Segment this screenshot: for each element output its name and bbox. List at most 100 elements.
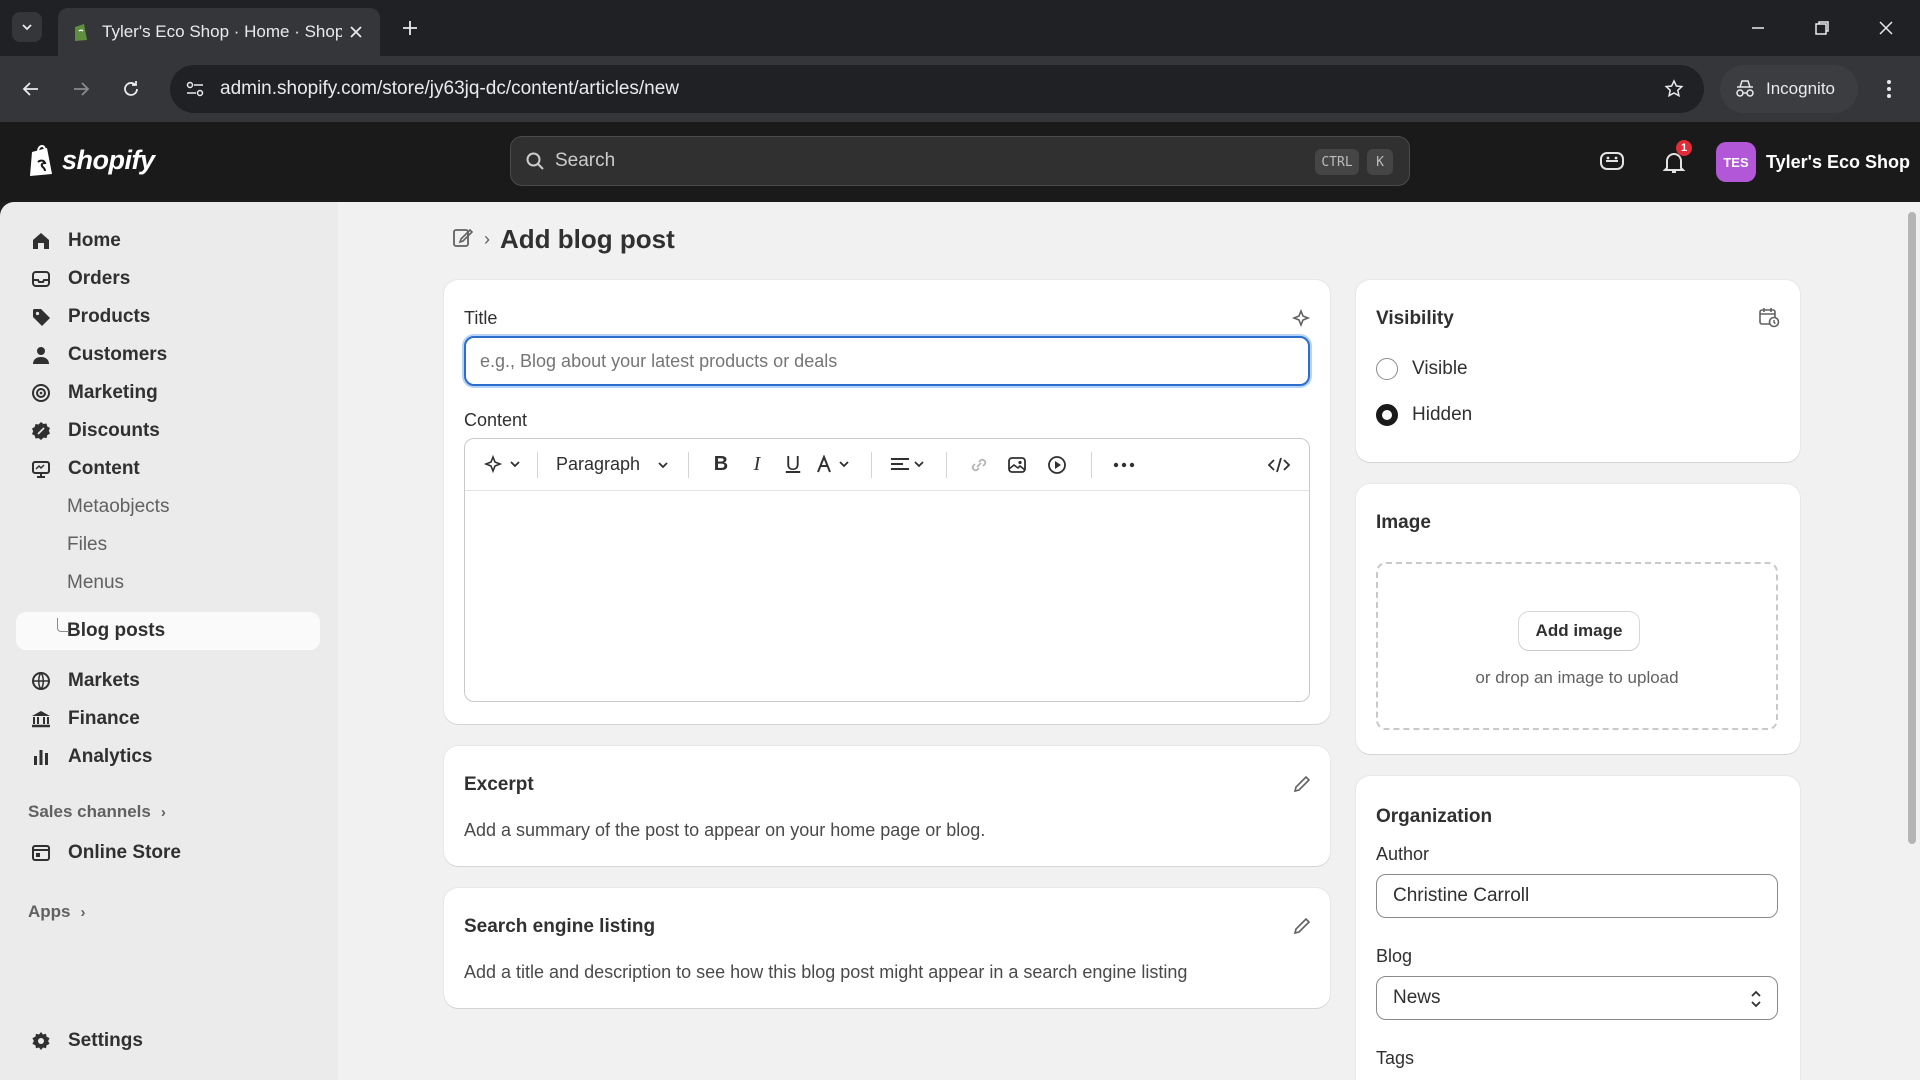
notifications-bell-icon[interactable]: 1 [1658, 140, 1692, 178]
hidden-label: Hidden [1412, 404, 1473, 425]
more-options-icon[interactable] [1106, 449, 1142, 481]
sidebar-sub-metaobjects[interactable]: Metaobjects [16, 488, 320, 526]
add-image-button[interactable]: Add image [1519, 612, 1639, 650]
page-scrollbar[interactable] [1908, 212, 1916, 844]
sidebar-sub-label: Menus [67, 572, 125, 593]
calendar-schedule-icon[interactable] [1758, 306, 1780, 333]
sidebar-sub-menus[interactable]: Menus [16, 564, 320, 602]
bold-icon[interactable]: B [703, 449, 739, 481]
gear-icon [30, 1030, 52, 1052]
incognito-label: Incognito [1766, 79, 1835, 98]
sidebar-item-marketing[interactable]: Marketing [16, 374, 320, 412]
underline-icon[interactable]: U [775, 449, 811, 481]
sidebar-item-products[interactable]: Products [16, 298, 320, 336]
sidebar-sub-files[interactable]: Files [16, 526, 320, 564]
post-editor-card: Title Content Paragraph B I U [444, 280, 1330, 724]
blog-select[interactable]: News [1376, 976, 1778, 1020]
rich-text-editor[interactable]: Paragraph B I U [464, 438, 1310, 702]
sales-channels-section[interactable]: Sales channels › [28, 802, 166, 822]
close-tab-icon[interactable] [346, 22, 366, 42]
browser-tab-strip: Tyler's Eco Shop · Home · Shopify [0, 0, 1920, 56]
store-avatar: TES [1716, 142, 1756, 182]
seo-heading: Search engine listing [464, 916, 656, 937]
excerpt-description: Add a summary of the post to appear on y… [464, 820, 986, 840]
sidebar-item-markets[interactable]: Markets [16, 662, 320, 700]
sidekick-chat-icon[interactable] [1596, 146, 1628, 178]
sidebar-item-customers[interactable]: Customers [16, 336, 320, 374]
notification-badge: 1 [1676, 140, 1692, 156]
radio-visible[interactable] [1376, 358, 1398, 380]
restore-icon[interactable] [1808, 14, 1836, 42]
breadcrumb: › Add blog post [452, 224, 675, 255]
tab-search-button[interactable] [12, 12, 42, 42]
close-window-icon[interactable] [1872, 14, 1900, 42]
site-info-icon[interactable] [182, 77, 208, 101]
shortcut-k-key: K [1367, 149, 1393, 175]
insert-image-icon[interactable] [997, 449, 1037, 481]
excerpt-card: Excerpt Add a summary of the post to app… [444, 746, 1330, 866]
link-icon[interactable] [961, 449, 997, 481]
sidebar-item-orders[interactable]: Orders [16, 260, 320, 298]
sidebar-item-analytics[interactable]: Analytics [16, 738, 320, 776]
author-value: Christine Carroll [1393, 885, 1530, 906]
minimize-icon[interactable] [1744, 14, 1772, 42]
visibility-option-hidden[interactable]: Hidden [1376, 404, 1472, 426]
ai-sparkle-icon[interactable] [1290, 308, 1312, 335]
visibility-option-visible[interactable]: Visible [1376, 358, 1468, 380]
text-color-icon[interactable] [811, 449, 857, 481]
browser-tab-active[interactable]: Tyler's Eco Shop · Home · Shopify [58, 8, 380, 56]
html-source-icon[interactable] [1259, 449, 1299, 481]
shopping-bag-icon [30, 144, 52, 176]
toolbar-divider [946, 451, 947, 478]
italic-icon[interactable]: I [739, 449, 775, 481]
ai-generate-icon[interactable] [483, 449, 523, 481]
blog-posts-breadcrumb-icon[interactable] [452, 226, 474, 253]
sidebar-item-content[interactable]: Content [16, 450, 320, 488]
chevron-right-icon: › [160, 803, 166, 821]
incognito-indicator[interactable]: Incognito [1720, 65, 1858, 113]
url-text: admin.shopify.com/store/jy63jq-dc/conten… [220, 78, 680, 99]
edit-excerpt-pencil-icon[interactable] [1290, 772, 1314, 796]
shopify-logo[interactable]: shopify [28, 144, 155, 176]
shopify-favicon-icon [75, 24, 87, 41]
align-icon[interactable] [886, 449, 932, 481]
tag-icon [30, 306, 52, 328]
sidebar-item-online-store[interactable]: Online Store [16, 834, 320, 872]
browser-menu-icon[interactable] [1876, 76, 1902, 102]
image-heading: Image [1376, 512, 1431, 533]
title-input[interactable] [464, 336, 1310, 386]
image-card: Image Add image or drop an image to uplo… [1356, 484, 1800, 754]
sidebar-item-settings[interactable]: Settings [16, 1022, 320, 1060]
sidebar-sub-label: Blog posts [67, 620, 166, 641]
reload-icon[interactable] [118, 76, 144, 102]
sidebar-sub-blog-posts[interactable]: Blog posts [16, 612, 320, 650]
title-label: Title [464, 308, 498, 328]
edit-seo-pencil-icon[interactable] [1290, 914, 1314, 938]
new-tab-icon[interactable] [398, 16, 422, 40]
sidebar-item-discounts[interactable]: Discounts [16, 412, 320, 450]
drop-hint-text: or drop an image to upload [1475, 668, 1679, 687]
bookmark-star-icon[interactable] [1662, 77, 1686, 101]
apps-section[interactable]: Apps › [28, 902, 86, 922]
sidebar-item-finance[interactable]: Finance [16, 700, 320, 738]
toolbar-divider [1091, 451, 1092, 478]
title-text-field[interactable] [480, 350, 1308, 372]
paragraph-style-select[interactable]: Paragraph [552, 449, 674, 481]
organization-card: Organization Author Christine Carroll Bl… [1356, 776, 1800, 1080]
author-field[interactable]: Christine Carroll [1376, 874, 1778, 918]
insert-video-icon[interactable] [1037, 449, 1077, 481]
browser-toolbar: admin.shopify.com/store/jy63jq-dc/conten… [0, 56, 1920, 122]
toolbar-divider [871, 451, 872, 478]
back-arrow-icon[interactable] [18, 76, 44, 102]
sidebar-item-label: Discounts [68, 420, 160, 441]
radio-hidden[interactable] [1376, 404, 1398, 426]
image-dropzone[interactable]: Add image or drop an image to upload [1376, 562, 1778, 730]
sidebar-item-label: Home [68, 230, 121, 251]
address-bar[interactable]: admin.shopify.com/store/jy63jq-dc/conten… [170, 65, 1704, 113]
admin-search-bar[interactable]: Search CTRL K [510, 136, 1410, 186]
sidebar-item-home[interactable]: Home [16, 222, 320, 260]
toolbar-divider [537, 451, 538, 478]
monitor-icon [30, 458, 52, 480]
store-menu[interactable]: TES Tyler's Eco Shop [1716, 142, 1910, 182]
forward-arrow-icon[interactable] [68, 76, 94, 102]
